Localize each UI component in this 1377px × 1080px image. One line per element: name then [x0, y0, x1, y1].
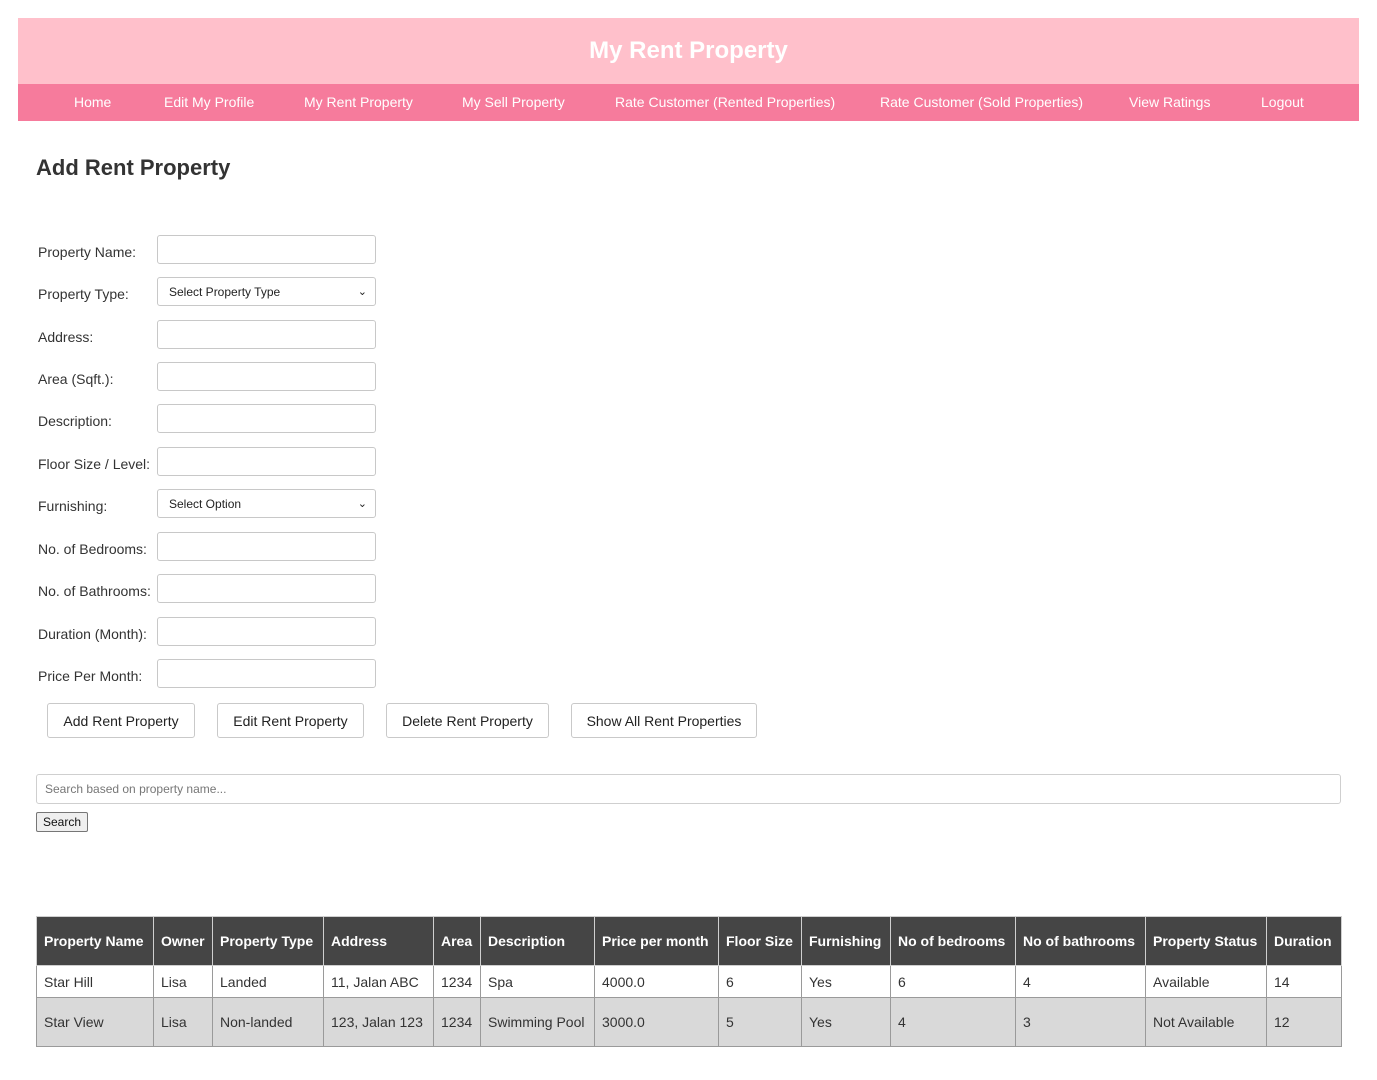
chevron-down-icon: ⌄: [357, 498, 367, 510]
table-cell: Yes: [801, 965, 891, 998]
table-header-row: Property Name Owner Property Type Addres…: [36, 916, 1342, 966]
property-type-select[interactable]: Select Property Type ⌄: [157, 277, 376, 306]
table-cell: 6: [890, 965, 1016, 998]
address-label: Address:: [38, 329, 94, 345]
price-input[interactable]: [157, 659, 376, 688]
table-row: Star View Lisa Non-landed 123, Jalan 123…: [36, 997, 1342, 1047]
column-header: Property Type: [212, 916, 324, 966]
column-header: Duration: [1266, 916, 1342, 966]
column-header: No of bathrooms: [1015, 916, 1146, 966]
search-button[interactable]: Search: [36, 812, 88, 832]
table-cell: Lisa: [153, 997, 213, 1047]
table-cell: 5: [718, 997, 802, 1047]
table-row: Star Hill Lisa Landed 11, Jalan ABC 1234…: [36, 965, 1342, 998]
description-input[interactable]: [157, 404, 376, 433]
add-rent-property-button[interactable]: Add Rent Property: [47, 703, 195, 738]
address-input[interactable]: [157, 320, 376, 349]
table-cell: Landed: [212, 965, 324, 998]
table-cell: Star View: [36, 997, 154, 1047]
edit-rent-property-button[interactable]: Edit Rent Property: [217, 703, 364, 738]
price-label: Price Per Month:: [38, 668, 143, 684]
table-cell: Lisa: [153, 965, 213, 998]
table-cell: 4000.0: [594, 965, 719, 998]
property-type-label: Property Type:: [38, 286, 129, 302]
table-cell: Not Available: [1145, 997, 1267, 1047]
property-name-label: Property Name:: [38, 244, 137, 260]
furnishing-selected: Select Option: [169, 496, 242, 511]
furnishing-label: Furnishing:: [38, 498, 108, 514]
table-cell: 3000.0: [594, 997, 719, 1047]
table-cell: Spa: [480, 965, 595, 998]
column-header: Property Name: [36, 916, 154, 966]
table-cell: 1234: [433, 997, 481, 1047]
bedrooms-input[interactable]: [157, 532, 376, 561]
description-label: Description:: [38, 413, 112, 429]
nav-rate-customer-sold[interactable]: Rate Customer (Sold Properties): [880, 84, 1083, 121]
search-input[interactable]: [36, 774, 1341, 804]
column-header: Price per month: [594, 916, 719, 966]
table-cell: Yes: [801, 997, 891, 1047]
floor-size-label: Floor Size / Level:: [38, 456, 151, 472]
properties-table: Property Name Owner Property Type Addres…: [36, 916, 1342, 1047]
table-cell: Non-landed: [212, 997, 324, 1047]
nav-rate-customer-rented[interactable]: Rate Customer (Rented Properties): [615, 84, 835, 121]
column-header: Address: [323, 916, 434, 966]
area-label: Area (Sqft.):: [38, 371, 114, 387]
area-input[interactable]: [157, 362, 376, 391]
column-header: Furnishing: [801, 916, 891, 966]
table-cell: 4: [890, 997, 1016, 1047]
table-cell: 4: [1015, 965, 1146, 998]
nav-my-sell-property[interactable]: My Sell Property: [462, 84, 565, 121]
page-title: Add Rent Property: [36, 155, 231, 180]
table-cell: 12: [1266, 997, 1342, 1047]
chevron-down-icon: ⌄: [357, 286, 367, 298]
duration-label: Duration (Month):: [38, 626, 147, 642]
property-type-selected: Select Property Type: [169, 284, 281, 299]
nav-edit-my-profile[interactable]: Edit My Profile: [164, 84, 254, 121]
table-cell: 6: [718, 965, 802, 998]
table-cell: 3: [1015, 997, 1146, 1047]
table-cell: 14: [1266, 965, 1342, 998]
bedrooms-label: No. of Bedrooms:: [38, 541, 147, 557]
floor-size-input[interactable]: [157, 447, 376, 476]
furnishing-select[interactable]: Select Option ⌄: [157, 489, 376, 518]
bathrooms-input[interactable]: [157, 574, 376, 603]
site-title: My Rent Property: [589, 37, 788, 64]
column-header: No of bedrooms: [890, 916, 1016, 966]
nav-logout[interactable]: Logout: [1261, 84, 1304, 121]
site-header: My Rent Property: [18, 18, 1359, 84]
delete-rent-property-button[interactable]: Delete Rent Property: [386, 703, 549, 738]
table-cell: Swimming Pool: [480, 997, 595, 1047]
table-cell: Star Hill: [36, 965, 154, 998]
table-cell: Available: [1145, 965, 1267, 998]
property-name-input[interactable]: [157, 235, 376, 264]
duration-input[interactable]: [157, 617, 376, 646]
table-cell: 1234: [433, 965, 481, 998]
table-cell: 123, Jalan 123: [323, 997, 434, 1047]
show-all-rent-properties-button[interactable]: Show All Rent Properties: [571, 703, 757, 738]
nav-my-rent-property[interactable]: My Rent Property: [304, 84, 413, 121]
column-header: Area: [433, 916, 481, 966]
column-header: Owner: [153, 916, 213, 966]
column-header: Floor Size: [718, 916, 802, 966]
column-header: Description: [480, 916, 595, 966]
main-nav: Home Edit My Profile My Rent Property My…: [18, 84, 1359, 121]
nav-view-ratings[interactable]: View Ratings: [1129, 84, 1210, 121]
nav-home[interactable]: Home: [74, 84, 111, 121]
column-header: Property Status: [1145, 916, 1267, 966]
table-cell: 11, Jalan ABC: [323, 965, 434, 998]
bathrooms-label: No. of Bathrooms:: [38, 583, 151, 599]
